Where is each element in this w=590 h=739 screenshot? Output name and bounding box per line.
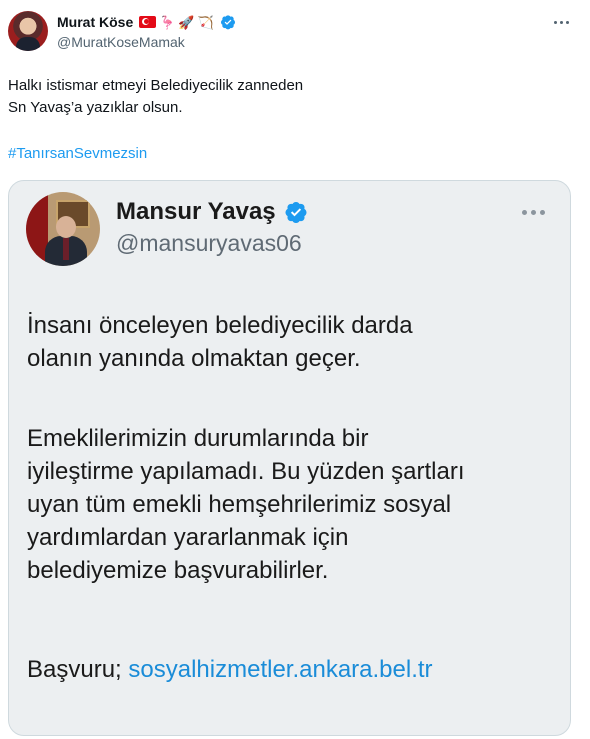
quoted-paragraph-1: İnsanı önceleyen belediyecilik darda ola…	[27, 309, 413, 375]
image-edge-divider	[570, 181, 571, 736]
quoted-author-avatar	[26, 192, 100, 266]
flamingo-emoji-icon: 🦩	[159, 14, 176, 30]
quoted-name-line: Mansur Yavaş	[116, 198, 308, 226]
tweet-text-line: Halkı istismar etmeyi Belediyecilik zann…	[8, 77, 304, 94]
rocket-emoji-icon: 🚀	[178, 14, 195, 30]
apply-link: sosyalhizmetler.ankara.bel.tr	[128, 656, 433, 683]
name-emojis: 🦩 🚀 🏹	[139, 16, 214, 29]
quoted-text-line: yardımlardan yararlanmak için	[27, 524, 349, 551]
verified-badge-icon	[285, 202, 307, 223]
quoted-text-line: iyileştirme yapılamadı. Bu yüzden şartla…	[27, 458, 465, 485]
author-name[interactable]: Murat Köse	[57, 14, 133, 30]
quoted-text-line: olanın yanında olmaktan geçer.	[27, 345, 361, 372]
tweet: Murat Köse 🦩 🚀 🏹 @MuratKoseMamak Halkı i…	[0, 0, 590, 739]
hashtag-link[interactable]: #TanırsanSevmezsin	[8, 145, 147, 162]
quoted-more-options-icon	[522, 207, 550, 217]
turkey-flag-icon	[139, 16, 157, 28]
more-options-icon[interactable]	[548, 12, 574, 32]
quoted-apply-line: Başvuru; sosyalhizmetler.ankara.bel.tr	[27, 653, 433, 686]
quoted-tweet-image[interactable]: Mansur Yavaş @mansuryavas06 İnsanı öncel…	[8, 180, 571, 736]
quoted-text-line: uyan tüm emekli hemşehrilerimiz sosyal	[27, 491, 452, 518]
author-avatar[interactable]	[8, 11, 48, 51]
quoted-text-line: belediyemize başvurabilirler.	[27, 557, 329, 584]
quoted-text-line: Emeklilerimizin durumlarında bir	[27, 425, 369, 452]
verified-badge-icon	[220, 15, 235, 30]
tweet-text-line: Sn Yavaş’a yazıklar olsun.	[8, 99, 183, 116]
tweet-text: Halkı istismar etmeyi Belediyecilik zann…	[8, 75, 568, 119]
quoted-author-name: Mansur Yavaş	[116, 198, 276, 225]
author-name-line: Murat Köse 🦩 🚀 🏹	[57, 13, 236, 31]
author-handle[interactable]: @MuratKoseMamak	[57, 34, 185, 50]
quoted-paragraph-2: Emeklilerimizin durumlarında bir iyileşt…	[27, 422, 465, 587]
bow-arrow-emoji-icon: 🏹	[197, 14, 214, 30]
quoted-text-line: İnsanı önceleyen belediyecilik darda	[27, 312, 413, 339]
apply-label: Başvuru;	[27, 656, 122, 683]
quoted-author-handle: @mansuryavas06	[116, 230, 302, 256]
